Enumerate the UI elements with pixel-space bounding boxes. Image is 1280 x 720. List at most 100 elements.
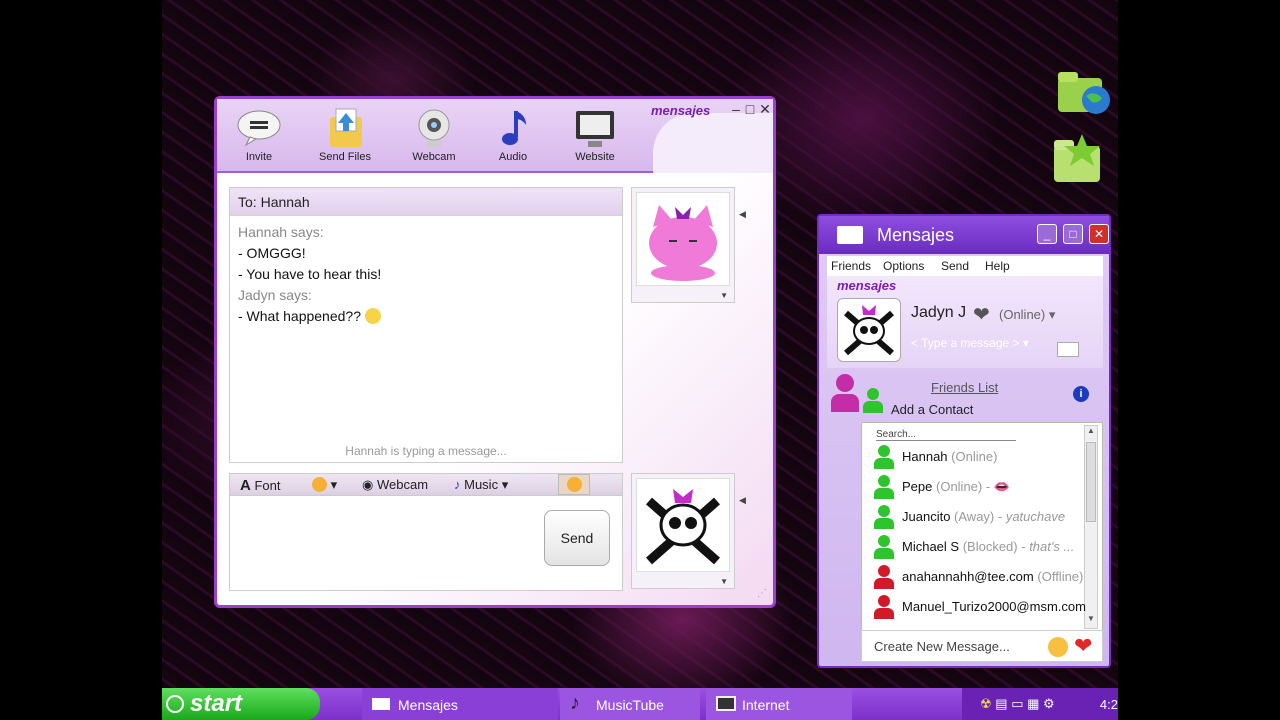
radiation-icon[interactable]: ☢ [980,696,992,711]
compose-area: A Font ▾ ◉ Webcam ♪ Music ▾ Send [229,473,623,591]
friend-row[interactable]: Pepe (Online) - 👄 [902,479,1010,495]
audio-button[interactable]: Audio [473,107,553,163]
start-label: start [190,690,243,717]
friends-list-panel: Search... ▲ ▼ Hannah (Online) Pepe (Onli… [861,422,1103,662]
emoticon-picker-button[interactable]: ▾ [312,477,337,493]
scroll-down-icon[interactable]: ▼ [1085,614,1097,628]
buddy-list-window: Mensajes _ □ ✕ Friends Options Send Help… [817,214,1111,668]
menu-send[interactable]: Send [941,259,969,273]
speech-bubble-icon [219,107,299,151]
user-status-dropdown[interactable]: (Online) ▾ [999,307,1055,323]
broken-heart-icon: ❤ [973,304,990,326]
menu-help[interactable]: Help [985,259,1010,273]
webcam-small-button[interactable]: ◉ Webcam [362,477,428,493]
start-button[interactable]: start [162,688,320,720]
printer-icon[interactable]: ▤ [995,696,1007,711]
new-message-bar[interactable]: Create New Message... ❤ [861,630,1103,662]
send-button[interactable]: Send [544,510,610,566]
heart-icon[interactable]: ❤ [1074,633,1092,659]
search-input[interactable]: Search... [876,429,1016,441]
audio-label: Audio [498,151,528,163]
webcam-small-label: Webcam [376,477,429,492]
webcam-small-icon: ◉ [362,477,374,492]
info-icon[interactable]: i [1073,386,1089,402]
menu-friends[interactable]: Friends [831,259,871,273]
taskbar-label: MusicTube [596,697,664,713]
friend-row[interactable]: anahannahh@tee.com (Offline) [902,569,1083,584]
friend-name: Hannah [902,449,948,464]
monitor-icon[interactable]: ▭ [1011,696,1023,711]
contact-status-icon [874,505,894,529]
collapse-arrow-icon[interactable]: ◀ [739,495,746,506]
friend-status: (Online) - [936,479,991,494]
avatar-dropdown-icon[interactable]: ▼ [720,291,728,300]
menu-options[interactable]: Options [883,259,924,273]
contact-status-icon [874,565,894,589]
message-line: - What happened?? [238,308,361,324]
collapse-arrow-icon[interactable]: ◀ [739,209,746,220]
friend-note: yatuchave [1005,509,1066,524]
friend-name: Juancito [902,509,951,524]
taskbar: start Mensajes ♪ MusicTube Internet ☢ ▤ … [162,688,1118,720]
format-bar: A Font ▾ ◉ Webcam ♪ Music ▾ [230,474,622,496]
monitor-icon [716,696,736,711]
minimize-button[interactable]: – [729,101,743,117]
globe-folder-icon[interactable] [1056,64,1112,118]
website-label: Website [575,151,615,163]
taskbar-label: Mensajes [398,697,458,713]
webcam-button[interactable]: Webcam [394,107,474,163]
recipient-header: To: Hannah [230,188,622,216]
send-files-button[interactable]: Send Files [305,107,385,163]
close-button[interactable]: ✕ [758,101,772,118]
envelope-icon [837,226,863,244]
new-message-label: Create New Message... [874,639,1010,654]
resize-grip-icon[interactable]: ⋰ [757,588,767,599]
taskbar-item-internet[interactable]: Internet [706,688,852,720]
friend-name: anahannahh@tee.com [902,569,1034,584]
add-contact-icon [863,388,883,416]
scroll-up-icon[interactable]: ▲ [1085,426,1097,440]
smiley-icon [567,477,582,492]
typing-status: Hannah is typing a message... [345,444,507,458]
globe-icon [166,695,184,713]
taskbar-label: Internet [742,697,790,713]
contact-status-icon [874,445,894,469]
avatar-dropdown-icon[interactable]: ▼ [720,577,728,586]
personal-message-placeholder: < Type a message > [911,336,1020,350]
friends-list-heading[interactable]: Friends List [931,380,998,395]
network-icon[interactable]: ▦ [1027,696,1039,711]
friend-row[interactable]: Hannah (Online) [902,449,997,464]
taskbar-item-musictube[interactable]: ♪ MusicTube [560,688,700,720]
personal-message-field[interactable]: < Type a message > ▾ [911,336,1029,350]
website-button[interactable]: Website [555,107,635,163]
add-contact-link[interactable]: Add a Contact [891,402,973,417]
invite-button[interactable]: Invite [219,107,299,163]
scroll-thumb[interactable] [1086,442,1096,522]
blush-emoji-icon[interactable] [1048,637,1068,657]
contact-status-icon [874,595,894,619]
friend-row[interactable]: Michael S (Blocked) - that's ... [902,539,1074,554]
music-button[interactable]: ♪ Music ▾ [454,477,508,493]
conversation-pane: To: Hannah Hannah says: - OMGGG! - You h… [229,187,623,463]
maximize-button[interactable]: □ [743,101,757,117]
star-folder-icon[interactable] [1052,130,1108,186]
friend-status: (Offline) [1037,569,1084,584]
font-button[interactable]: A Font [240,477,280,494]
close-button[interactable]: ✕ [1089,224,1109,244]
message-input[interactable] [230,496,530,590]
minimize-button[interactable]: _ [1037,224,1057,244]
user-avatar[interactable] [837,298,901,362]
nudge-button[interactable] [558,474,590,495]
to-label: To: [238,194,261,210]
scrollbar[interactable]: ▲ ▼ [1084,425,1098,629]
friends-status-avatar-icon [831,374,859,414]
taskbar-item-mensajes[interactable]: Mensajes [362,688,558,720]
gear-icon[interactable]: ⚙ [1043,696,1055,711]
friend-row[interactable]: Juancito (Away) - yatuchave [902,509,1065,524]
brand-logo: mensajes [837,278,897,293]
friend-status: (Blocked) - [962,539,1026,554]
mail-icon[interactable] [1057,342,1079,357]
webcam-icon [394,107,474,151]
friend-row[interactable]: Manuel_Turizo2000@msm.com [902,599,1086,614]
maximize-button[interactable]: □ [1063,224,1083,244]
